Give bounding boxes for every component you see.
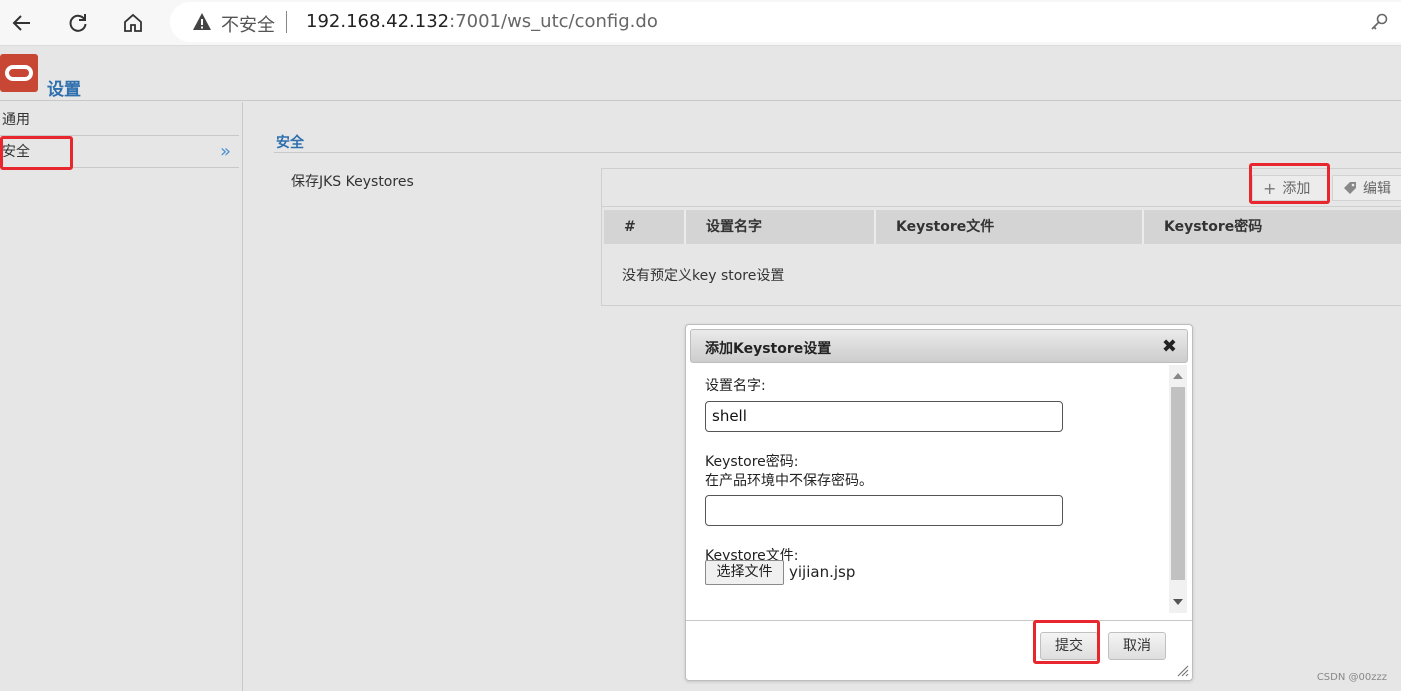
- keystores-label: 保存JKS Keystores: [291, 174, 414, 190]
- add-keystore-dialog: 添加Keystore设置 ✖ 设置名字: shell Keystore密码: 在…: [685, 324, 1193, 681]
- url-separator: [286, 11, 287, 33]
- back-button[interactable]: [6, 7, 38, 39]
- address-bar[interactable]: 不安全 192.168.42.132:7001/ws_utc/config.do: [170, 2, 1401, 42]
- double-chevron-right-icon: »: [219, 141, 231, 162]
- edit-button-label: 编辑: [1363, 181, 1391, 197]
- scrollbar-thumb[interactable]: [1171, 387, 1185, 580]
- password-label: Keystore密码:: [705, 454, 799, 470]
- sidebar-item-label: 安全: [2, 144, 30, 160]
- dialog-footer: 提交 取消: [686, 620, 1192, 680]
- logo-ring-icon: [5, 65, 33, 81]
- edit-button[interactable]: 编辑: [1332, 175, 1401, 201]
- password-field[interactable]: [705, 495, 1063, 526]
- back-arrow-icon: [12, 15, 30, 31]
- sidebar: 通用 安全 »: [0, 102, 243, 691]
- column-header-index[interactable]: #: [604, 210, 686, 244]
- oracle-logo: [0, 54, 38, 92]
- password-hint: 在产品环境中不保存密码。: [705, 473, 873, 489]
- add-button[interactable]: + 添加: [1252, 175, 1330, 201]
- home-icon: [124, 13, 142, 32]
- page-title: 设置: [47, 80, 81, 100]
- sidebar-item-general[interactable]: 通用: [0, 104, 239, 136]
- reload-icon: [69, 14, 87, 32]
- choose-file-button[interactable]: 选择文件: [705, 560, 784, 585]
- url-text[interactable]: 192.168.42.132:7001/ws_utc/config.do: [306, 11, 658, 32]
- selected-file-name: yijian.jsp: [789, 563, 856, 581]
- close-icon[interactable]: ✖: [1162, 336, 1177, 357]
- app-header: 设置: [0, 47, 1401, 101]
- browser-toolbar: 不安全 192.168.42.132:7001/ws_utc/config.do: [0, 0, 1401, 46]
- section-title: 安全: [276, 135, 304, 151]
- watermark: CSDN @00zzz: [1316, 672, 1387, 683]
- resize-grip-icon[interactable]: [1175, 663, 1189, 677]
- url-path: :7001/ws_utc/config.do: [449, 11, 658, 32]
- reload-button[interactable]: [62, 7, 94, 39]
- url-host: 192.168.42.132: [306, 11, 450, 32]
- keystore-toolbar: + 添加 编辑: [602, 169, 1401, 207]
- key-icon[interactable]: [1369, 12, 1389, 32]
- plus-icon: +: [1263, 178, 1277, 198]
- warning-icon[interactable]: [192, 12, 212, 32]
- sidebar-item-security[interactable]: 安全 »: [0, 136, 239, 168]
- scroll-down-icon[interactable]: [1173, 599, 1183, 605]
- section-divider: [274, 152, 1401, 153]
- dialog-titlebar[interactable]: 添加Keystore设置 ✖: [690, 329, 1188, 363]
- cancel-button[interactable]: 取消: [1108, 632, 1166, 660]
- name-field[interactable]: shell: [705, 401, 1063, 432]
- add-button-label: 添加: [1282, 181, 1311, 197]
- tag-icon: [1344, 182, 1356, 194]
- column-header-file[interactable]: Keystore文件: [876, 210, 1144, 244]
- keystore-panel: + 添加 编辑 # 设置名字 Keystore文件 Keystore密码 没有预…: [601, 168, 1401, 306]
- dialog-scrollbar[interactable]: [1169, 365, 1187, 613]
- keystore-table-header: # 设置名字 Keystore文件 Keystore密码: [604, 210, 1401, 244]
- column-header-password[interactable]: Keystore密码: [1144, 210, 1401, 244]
- name-label: 设置名字:: [705, 378, 766, 394]
- sidebar-item-label: 通用: [2, 112, 30, 128]
- column-header-name[interactable]: 设置名字: [686, 210, 876, 244]
- insecure-label[interactable]: 不安全: [221, 11, 275, 37]
- dialog-body: 设置名字: shell Keystore密码: 在产品环境中不保存密码。 Key…: [690, 365, 1168, 613]
- submit-button[interactable]: 提交: [1040, 632, 1098, 660]
- home-button[interactable]: [117, 7, 149, 39]
- dialog-title: 添加Keystore设置: [705, 341, 832, 357]
- empty-table-message: 没有预定义key store设置: [622, 268, 785, 284]
- scroll-up-icon[interactable]: [1173, 373, 1183, 379]
